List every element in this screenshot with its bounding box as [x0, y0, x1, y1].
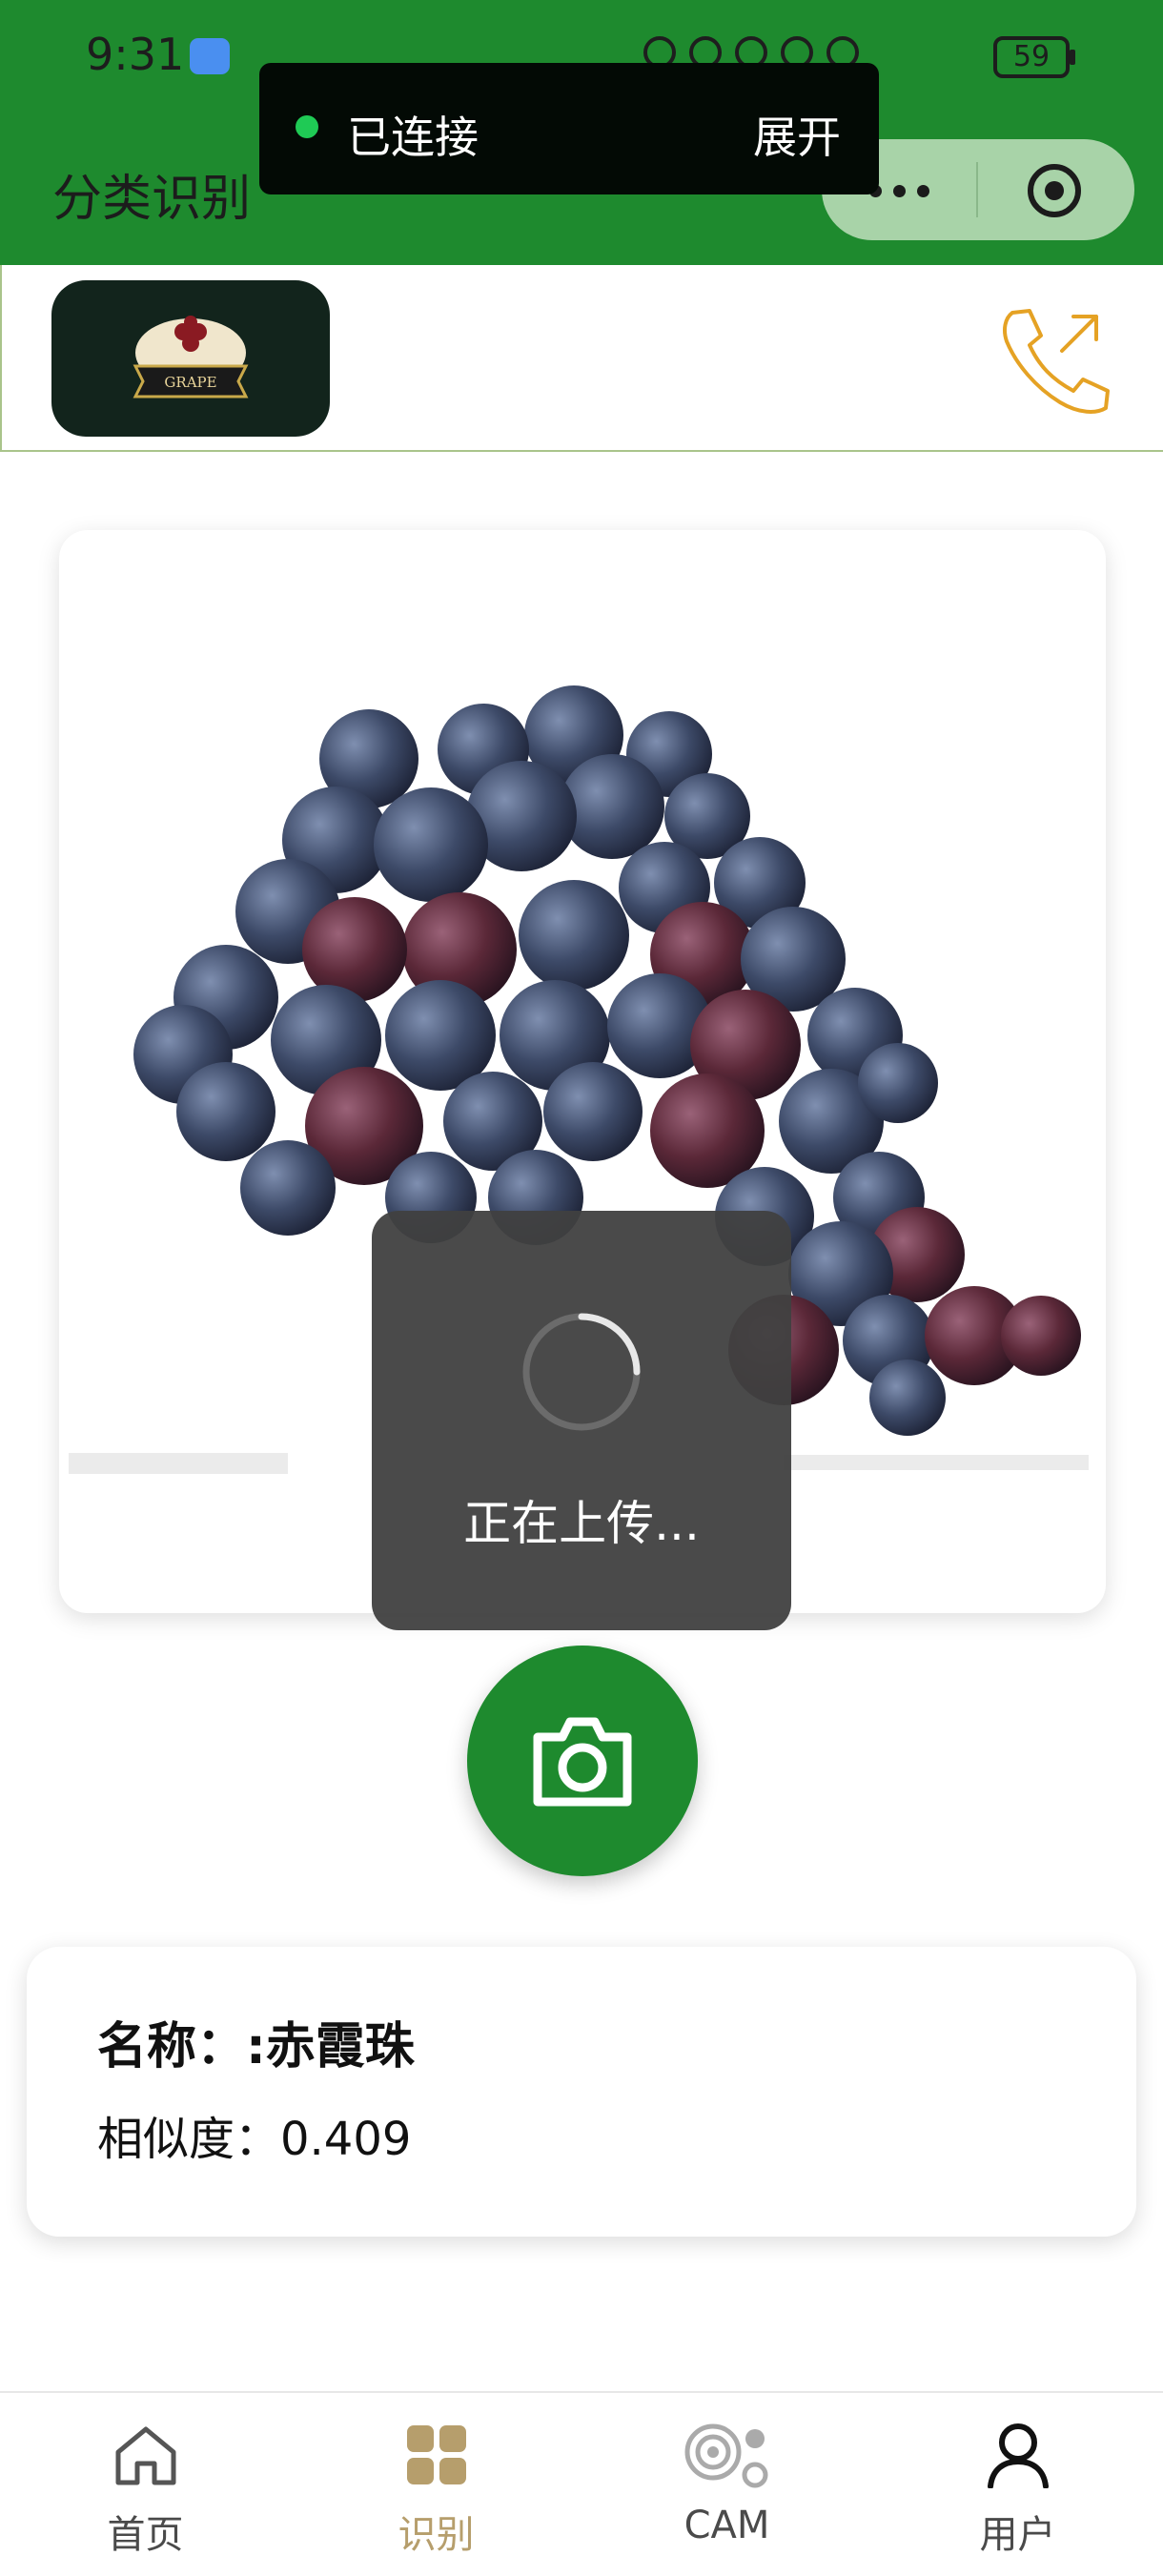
phone-call-icon[interactable] [993, 303, 1117, 418]
cam-icon [684, 2423, 768, 2488]
brand-bar: GRAPE [0, 265, 1163, 452]
status-time: 9:31 [86, 29, 185, 80]
brand-logo: GRAPE [51, 280, 330, 437]
tab-label-user: 用户 [979, 2513, 1056, 2557]
bottom-tab-bar: 首页 识别 CAM 用户 [0, 2391, 1163, 2576]
tab-label-recognize: 识别 [398, 2513, 475, 2557]
battery-tip [1070, 50, 1075, 65]
tab-cam[interactable]: CAM [582, 2393, 872, 2576]
connected-dot-icon [296, 115, 318, 138]
wifi-badge-icon [190, 38, 230, 74]
tab-label-cam: CAM [684, 2504, 770, 2547]
result-card: 名称：:赤霞珠 相似度：0.409 [27, 1947, 1136, 2237]
connection-status: 已连接 [347, 112, 479, 163]
loading-spinner-icon [522, 1313, 641, 1431]
top-header: 9:31 59 分类识别 已连接 展开 [0, 0, 1163, 265]
grape-logo-icon: GRAPE [133, 316, 249, 399]
logo-text: GRAPE [164, 374, 216, 391]
result-name: 名称：:赤霞珠 [97, 2018, 415, 2075]
loading-toast: 正在上传... [372, 1211, 791, 1630]
tab-home[interactable]: 首页 [0, 2393, 291, 2576]
user-icon [988, 2423, 1049, 2488]
grid-icon [407, 2425, 466, 2484]
more-icon[interactable] [869, 185, 941, 197]
camera-button[interactable] [467, 1646, 698, 1876]
page-title: 分类识别 [52, 171, 252, 228]
home-icon [115, 2426, 176, 2485]
tab-recognize[interactable]: 识别 [291, 2393, 582, 2576]
tab-label-home: 首页 [107, 2513, 184, 2557]
camera-icon [533, 1717, 632, 1807]
battery-icon: 59 [993, 36, 1070, 78]
connection-toast: 已连接 展开 [259, 63, 879, 194]
close-target-icon[interactable] [1028, 164, 1081, 217]
tab-user[interactable]: 用户 [872, 2393, 1163, 2576]
expand-button[interactable]: 展开 [753, 103, 841, 166]
loading-text: 正在上传... [463, 1496, 700, 1551]
capsule-divider [976, 162, 978, 217]
result-similarity: 相似度：0.409 [97, 2113, 412, 2166]
